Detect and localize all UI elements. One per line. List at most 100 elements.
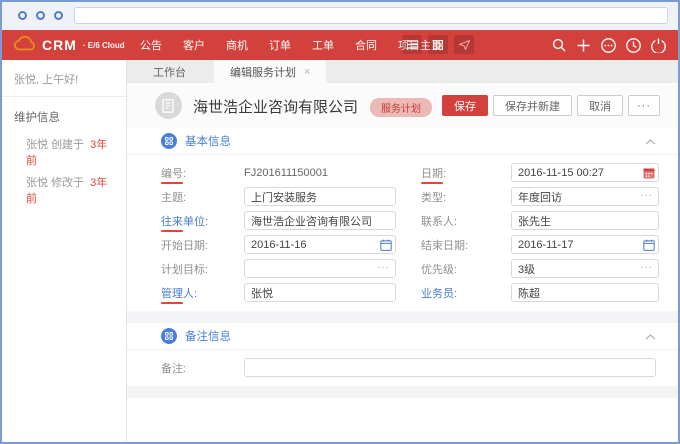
priority-input[interactable] [511, 259, 659, 278]
brand-suffix: · E/6 Cloud [83, 41, 125, 50]
field-label: 备注: [161, 360, 244, 376]
field-label: 管理人: [161, 285, 244, 301]
date-input[interactable] [511, 163, 659, 182]
manager-input[interactable] [244, 283, 396, 302]
nav-item-announcements[interactable]: 公告 [140, 37, 162, 53]
end-date-input[interactable] [511, 235, 659, 254]
action-buttons: 保存 保存并新建 取消 ··· [442, 95, 660, 116]
basic-info-form: 编号: FJ201611150001 日期: 主题: [127, 155, 678, 311]
notes-form: 备注: [127, 350, 678, 386]
history-clock-icon[interactable] [626, 38, 641, 53]
calendar-icon[interactable] [643, 239, 655, 254]
maintenance-info-title: 维护信息 [2, 97, 126, 133]
nav-item-opportunities[interactable]: 商机 [226, 37, 248, 53]
field-start-date: 开始日期: [127, 235, 402, 254]
item-action: 修改于 [51, 177, 84, 189]
field-account: 往来单位: [127, 211, 402, 230]
field-label: 编号: [161, 165, 244, 181]
add-icon[interactable] [576, 38, 591, 53]
page-title: 海世浩企业咨询有限公司 [193, 96, 358, 117]
section-grid-icon [161, 328, 177, 344]
save-button[interactable]: 保存 [442, 95, 488, 116]
field-label: 业务员: [421, 285, 511, 301]
field-label: 往来单位: [161, 213, 244, 229]
notes-input[interactable] [244, 358, 656, 377]
field-priority: 优先级: ··· [402, 259, 678, 278]
main-nav: 公告 客户 商机 订单 工单 合同 项目主页 [140, 30, 442, 60]
lookup-ellipsis-icon[interactable]: ··· [640, 190, 653, 202]
list-menu-button[interactable] [402, 35, 422, 54]
save-and-new-button[interactable]: 保存并新建 [493, 95, 572, 116]
search-icon[interactable] [551, 38, 566, 53]
header-tools [402, 35, 474, 54]
address-bar[interactable] [74, 7, 668, 24]
calendar-red-icon[interactable] [643, 167, 655, 182]
service-plan-badge: 服务计划 [370, 98, 432, 117]
salesperson-input[interactable] [511, 283, 659, 302]
more-circle-icon[interactable] [601, 38, 616, 53]
tab-bar: 工作台 编辑服务计划 × [127, 60, 678, 83]
subject-input[interactable] [244, 187, 396, 206]
app-window: CRM · E/6 Cloud 公告 客户 商机 订单 工单 合同 项目主页 [0, 0, 680, 444]
close-icon[interactable]: × [304, 66, 310, 78]
cancel-button[interactable]: 取消 [577, 95, 623, 116]
app-header: CRM · E/6 Cloud 公告 客户 商机 订单 工单 合同 项目主页 [2, 30, 678, 60]
header-icons [551, 30, 666, 60]
brand: CRM · E/6 Cloud [14, 30, 125, 60]
document-avatar-icon [155, 92, 182, 119]
field-label: 计划目标: [161, 261, 244, 277]
field-label: 结束日期: [421, 237, 511, 253]
contact-input[interactable] [511, 211, 659, 230]
window-control-icon[interactable] [18, 11, 27, 20]
type-input[interactable] [511, 187, 659, 206]
browser-bar [2, 2, 678, 30]
required-marker [161, 182, 183, 184]
collapse-chevron-icon[interactable] [645, 331, 656, 343]
collapse-chevron-icon[interactable] [645, 136, 656, 148]
content: 张悦, 上午好! 维护信息 张悦 创建于 3年前 张悦 修改于 3年前 工作台 … [2, 60, 678, 442]
window-control-icon[interactable] [36, 11, 45, 20]
nav-item-work-orders[interactable]: 工单 [312, 37, 334, 53]
start-date-input[interactable] [244, 235, 396, 254]
field-manager: 管理人: [127, 283, 402, 302]
tab-workbench[interactable]: 工作台 [137, 60, 202, 83]
sidebar: 张悦, 上午好! 维护信息 张悦 创建于 3年前 张悦 修改于 3年前 [2, 60, 127, 442]
page-head: 海世浩企业咨询有限公司 服务计划 保存 保存并新建 取消 ··· [127, 83, 678, 128]
field-label: 开始日期: [161, 237, 244, 253]
field-plan-goal: 计划目标: ··· [127, 259, 402, 278]
section-divider [127, 386, 678, 398]
window-control-icon[interactable] [54, 11, 63, 20]
more-actions-button[interactable]: ··· [628, 95, 660, 116]
nav-item-orders[interactable]: 订单 [269, 37, 291, 53]
greeting: 张悦, 上午好! [2, 60, 126, 97]
plan-goal-input[interactable] [244, 259, 396, 278]
send-announce-button[interactable] [454, 35, 474, 54]
list-item: 张悦 修改于 3年前 [2, 171, 126, 209]
item-action: 创建于 [51, 139, 84, 151]
nav-item-contracts[interactable]: 合同 [355, 37, 377, 53]
field-end-date: 结束日期: [402, 235, 678, 254]
item-user: 张悦 [26, 139, 48, 151]
field-number: 编号: FJ201611150001 [127, 163, 402, 182]
power-logout-icon[interactable] [651, 38, 666, 53]
list-item: 张悦 创建于 3年前 [2, 133, 126, 171]
grid-apps-button[interactable] [428, 35, 448, 54]
lookup-ellipsis-icon[interactable]: ··· [640, 262, 653, 274]
tab-edit-service-plan[interactable]: 编辑服务计划 × [214, 60, 326, 83]
brand-name: CRM [42, 37, 77, 53]
required-marker [421, 182, 443, 184]
nav-item-customers[interactable]: 客户 [183, 37, 205, 53]
cloud-logo-icon [14, 36, 36, 54]
section-title: 备注信息 [185, 328, 231, 344]
lookup-ellipsis-icon[interactable]: ··· [377, 262, 390, 274]
field-type: 类型: ··· [402, 187, 678, 206]
empty-area [127, 398, 678, 442]
field-label: 类型: [421, 189, 511, 205]
account-input[interactable] [244, 211, 396, 230]
item-user: 张悦 [26, 177, 48, 189]
required-marker [161, 302, 183, 304]
calendar-icon[interactable] [380, 239, 392, 254]
section-title: 基本信息 [185, 133, 231, 149]
field-contact: 联系人: [402, 211, 678, 230]
field-notes: 备注: [127, 358, 678, 377]
